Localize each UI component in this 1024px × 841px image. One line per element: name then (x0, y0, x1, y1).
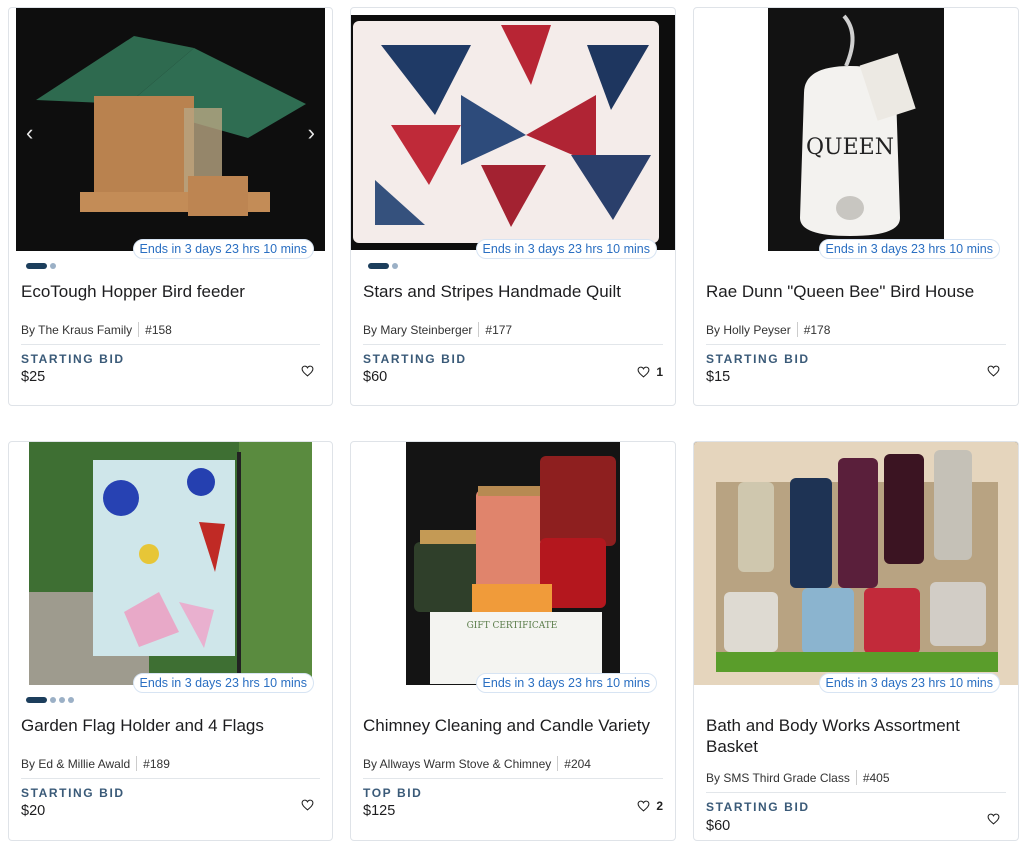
carousel-dots[interactable] (368, 263, 398, 269)
countdown-badge: Ends in 3 days 23 hrs 10 mins (132, 239, 314, 259)
item-meta: By Holly Peyser #178 (706, 322, 830, 337)
bid-amount: $15 (706, 369, 731, 385)
item-title[interactable]: Bath and Body Works Assortment Basket (706, 715, 1006, 757)
auction-card[interactable]: GIFT CERTIFICATE Ends in 3 days 23 hrs 1… (350, 441, 676, 841)
item-meta: By Allways Warm Stove & Chimney #204 (363, 756, 591, 771)
lot-number: #178 (803, 322, 831, 337)
auction-card[interactable]: ‹ › Ends in 3 days 23 hrs 10 mins EcoTou… (8, 7, 333, 406)
bid-label: STARTING BID (706, 800, 810, 814)
item-image[interactable]: QUEEN (768, 8, 944, 251)
divider (363, 344, 663, 345)
item-title[interactable]: EcoTough Hopper Bird feeder (21, 281, 320, 302)
favorite-count: 1 (656, 365, 663, 379)
carousel-dot[interactable] (68, 697, 74, 703)
lot-number: #177 (485, 322, 513, 337)
bid-amount: $60 (706, 818, 731, 834)
item-image[interactable] (351, 15, 675, 250)
donor: By Allways Warm Stove & Chimney (363, 756, 552, 771)
lot-number: #189 (143, 756, 170, 771)
chevron-right-icon[interactable]: › (308, 120, 315, 146)
favorite-button[interactable] (987, 365, 1006, 377)
favorite-button[interactable]: 2 (637, 799, 663, 813)
lot-number: #405 (862, 770, 890, 785)
countdown-badge: Ends in 3 days 23 hrs 10 mins (475, 673, 657, 693)
bid-label: STARTING BID (21, 352, 125, 366)
item-meta: By The Kraus Family #158 (21, 322, 172, 337)
gift-certificate-text: GIFT CERTIFICATE (467, 621, 558, 631)
donor: By The Kraus Family (21, 322, 133, 337)
carousel-dot[interactable] (26, 263, 47, 269)
auction-card[interactable]: Ends in 3 days 23 hrs 10 mins Bath and B… (693, 441, 1019, 841)
carousel-dot[interactable] (50, 697, 56, 703)
auction-card[interactable]: Ends in 3 days 23 hrs 10 mins Stars and … (350, 7, 676, 406)
heart-outline-icon (301, 799, 314, 811)
divider (706, 792, 1006, 793)
lot-number: #158 (145, 322, 172, 337)
divider (21, 778, 320, 779)
countdown-badge: Ends in 3 days 23 hrs 10 mins (132, 673, 314, 693)
heart-outline-icon (987, 365, 1000, 377)
carousel-dot[interactable] (59, 697, 65, 703)
item-image[interactable] (29, 442, 312, 685)
divider (363, 778, 663, 779)
countdown-badge: Ends in 3 days 23 hrs 10 mins (818, 239, 1000, 259)
bid-amount: $20 (21, 803, 46, 819)
carousel-dot[interactable] (392, 263, 398, 269)
bid-label: STARTING BID (363, 352, 467, 366)
chevron-left-icon[interactable]: ‹ (26, 120, 33, 146)
queen-text: QUEEN (806, 135, 894, 160)
heart-outline-icon (637, 366, 650, 378)
bid-amount: $60 (363, 369, 388, 385)
item-image[interactable] (694, 442, 1018, 685)
donor: By Holly Peyser (706, 322, 791, 337)
item-title[interactable]: Rae Dunn "Queen Bee" Bird House (706, 281, 1006, 302)
countdown-badge: Ends in 3 days 23 hrs 10 mins (475, 239, 657, 259)
item-meta: By Ed & Millie Awald #189 (21, 756, 170, 771)
item-title[interactable]: Garden Flag Holder and 4 Flags (21, 715, 320, 736)
divider (706, 344, 1006, 345)
item-image[interactable]: GIFT CERTIFICATE (406, 442, 620, 685)
item-meta: By SMS Third Grade Class #405 (706, 770, 890, 785)
carousel-dot[interactable] (50, 263, 56, 269)
carousel-dots[interactable] (26, 263, 56, 269)
auction-card[interactable]: Ends in 3 days 23 hrs 10 mins Garden Fla… (8, 441, 333, 841)
donor: By SMS Third Grade Class (706, 770, 850, 785)
donor: By Mary Steinberger (363, 322, 473, 337)
favorite-button[interactable] (301, 799, 320, 811)
item-image[interactable]: ‹ › (16, 8, 325, 251)
donor: By Ed & Millie Awald (21, 756, 131, 771)
countdown-badge: Ends in 3 days 23 hrs 10 mins (818, 673, 1000, 693)
bid-label: TOP BID (363, 786, 423, 800)
item-meta: By Mary Steinberger #177 (363, 322, 512, 337)
carousel-dot[interactable] (26, 697, 47, 703)
divider (21, 344, 320, 345)
favorite-count: 2 (656, 799, 663, 813)
carousel-dots[interactable] (26, 697, 74, 703)
auction-card[interactable]: QUEEN Ends in 3 days 23 hrs 10 mins Rae … (693, 7, 1019, 406)
item-title[interactable]: Stars and Stripes Handmade Quilt (363, 281, 663, 302)
heart-outline-icon (637, 800, 650, 812)
lot-number: #204 (564, 756, 591, 771)
bid-label: STARTING BID (706, 352, 810, 366)
item-title[interactable]: Chimney Cleaning and Candle Variety (363, 715, 663, 736)
bid-label: STARTING BID (21, 786, 125, 800)
heart-outline-icon (301, 365, 314, 377)
carousel-dot[interactable] (368, 263, 389, 269)
favorite-button[interactable]: 1 (637, 365, 663, 379)
favorite-button[interactable] (301, 365, 320, 377)
bid-amount: $125 (363, 803, 396, 819)
favorite-button[interactable] (987, 813, 1006, 825)
heart-outline-icon (987, 813, 1000, 825)
bid-amount: $25 (21, 369, 46, 385)
